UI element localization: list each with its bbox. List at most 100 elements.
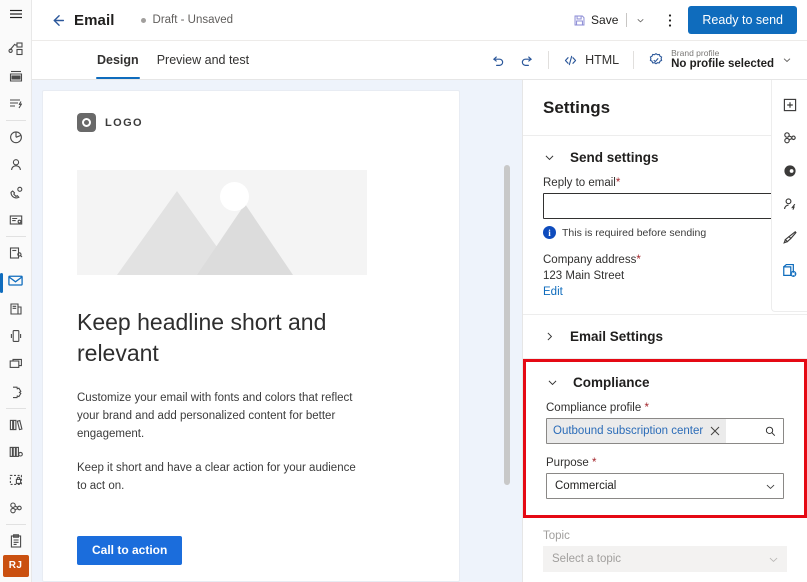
compliance-profile-combobox[interactable]: Outbound subscription center [546, 418, 784, 444]
chevron-down-icon[interactable] [635, 15, 646, 26]
reply-to-info-message: i This is required before sending [543, 226, 787, 239]
tab-design[interactable]: Design [88, 41, 148, 79]
segments-icon[interactable] [0, 239, 32, 267]
hero-image-placeholder[interactable] [77, 170, 367, 275]
more-commands-icon[interactable] [658, 8, 682, 32]
company-address-label-text: Company address [543, 254, 637, 266]
tab-preview-and-test[interactable]: Preview and test [148, 41, 258, 79]
section-email-settings: Email Settings [523, 315, 807, 359]
brand-profile-selector[interactable]: Brand profile No profile selected [642, 41, 797, 79]
logo-text: LOGO [105, 116, 143, 129]
settings-title: Settings [543, 97, 611, 117]
add-element-icon[interactable] [775, 90, 805, 120]
status-dot-icon [140, 17, 146, 23]
dashboard-icon[interactable] [0, 63, 32, 91]
email-preview-card[interactable]: LOGO Keep headline short and relevant Cu… [42, 90, 460, 582]
chevron-down-icon [767, 553, 780, 566]
save-label: Save [591, 13, 619, 27]
compliance-profile-token: Outbound subscription center [547, 419, 727, 443]
combobox-input-area[interactable] [726, 419, 757, 443]
compliance-profile-value: Outbound subscription center [553, 425, 704, 437]
reply-to-email-input[interactable] [543, 193, 787, 219]
logo-mark-icon [77, 113, 96, 132]
purpose-label: Purpose * [546, 457, 784, 469]
edit-address-link[interactable]: Edit [543, 286, 563, 298]
forms-icon[interactable] [0, 206, 32, 234]
hamburger-menu-icon[interactable] [0, 0, 32, 28]
settings-panel-icon[interactable] [775, 255, 805, 285]
section-compliance: Compliance Compliance profile * Outbound… [526, 362, 804, 515]
library-icon[interactable] [0, 411, 32, 439]
reply-to-email-label-text: Reply to email [543, 177, 616, 189]
layouts-icon[interactable] [775, 123, 805, 153]
send-settings-title: Send settings [570, 150, 659, 165]
avatar[interactable]: RJ [2, 554, 29, 578]
purpose-select[interactable]: Commercial [546, 473, 784, 499]
push-icon[interactable] [0, 350, 32, 378]
email-paragraph[interactable]: Keep it short and have a clear action fo… [77, 459, 359, 495]
email-settings-header[interactable]: Email Settings [543, 329, 787, 344]
save-divider [626, 13, 628, 27]
theme-icon[interactable] [775, 156, 805, 186]
code-icon [563, 53, 578, 68]
pages-icon[interactable] [0, 295, 32, 323]
save-button[interactable]: Save [573, 13, 646, 27]
company-address-value: 123 Main Street [543, 270, 625, 282]
chevron-down-icon [543, 151, 556, 164]
send-settings-header[interactable]: Send settings [543, 150, 787, 165]
info-text: This is required before sending [562, 226, 707, 239]
toolbar-divider [633, 51, 635, 69]
required-asterisk: * [636, 254, 641, 266]
back-arrow-icon[interactable] [44, 7, 70, 33]
purpose-field: Purpose * Commercial [546, 457, 784, 499]
search-icon[interactable] [757, 419, 783, 443]
compliance-header[interactable]: Compliance [546, 375, 784, 390]
styles-brush-icon[interactable] [775, 222, 805, 252]
undo-icon[interactable] [484, 41, 512, 79]
activities-icon[interactable] [0, 90, 32, 118]
personalization-icon[interactable] [775, 189, 805, 219]
email-headline[interactable]: Keep headline short and relevant [77, 307, 337, 369]
leads-icon[interactable] [0, 179, 32, 207]
info-icon: i [543, 226, 556, 239]
compliance-title: Compliance [573, 375, 650, 390]
templates-icon[interactable] [0, 494, 32, 522]
rail-divider [5, 236, 26, 238]
body-area: LOGO Keep headline short and relevant Cu… [32, 80, 807, 582]
settings-panel: Settings Send settings Reply to email* i… [522, 80, 807, 582]
canvas-scrollbar[interactable] [504, 165, 510, 485]
mobile-icon[interactable] [0, 322, 32, 350]
pie-chart-icon[interactable] [0, 123, 32, 151]
tab-bar: Design Preview and test HTML Brand profi… [32, 41, 807, 80]
assets-icon[interactable] [0, 439, 32, 467]
rail-divider [5, 120, 26, 122]
purpose-value: Commercial [555, 480, 617, 492]
contacts-icon[interactable] [0, 151, 32, 179]
mountain-shape-icon [197, 204, 293, 275]
call-to-action-button[interactable]: Call to action [77, 535, 183, 565]
sitemap-icon[interactable] [0, 35, 32, 63]
close-icon[interactable] [708, 424, 722, 438]
chevron-down-icon[interactable] [781, 54, 793, 66]
clipboard-icon[interactable] [0, 527, 32, 555]
email-logo: LOGO [77, 113, 425, 132]
sidebar-item-emails[interactable] [0, 267, 32, 295]
sun-shape-icon [220, 182, 249, 211]
topic-select: Select a topic [543, 546, 787, 572]
required-asterisk: * [615, 177, 621, 189]
required-asterisk: * [592, 457, 597, 469]
status-text: Draft - Unsaved [152, 14, 234, 26]
compliance-profile-label-text: Compliance profile [546, 402, 642, 414]
content-blocks-icon[interactable] [0, 466, 32, 494]
compliance-profile-field: Compliance profile * Outbound subscripti… [546, 402, 784, 444]
email-canvas: LOGO Keep headline short and relevant Cu… [32, 80, 522, 582]
tab-design-label: Design [97, 53, 139, 67]
html-button[interactable]: HTML [557, 41, 625, 79]
custom-channel-icon[interactable] [0, 378, 32, 406]
ready-to-send-button[interactable]: Ready to send [688, 6, 797, 34]
left-navigation-rail: RJ [0, 0, 32, 582]
save-disk-icon [573, 14, 586, 27]
page-title: Email [74, 11, 115, 29]
redo-icon[interactable] [512, 41, 540, 79]
email-paragraph[interactable]: Customize your email with fonts and colo… [77, 389, 359, 443]
